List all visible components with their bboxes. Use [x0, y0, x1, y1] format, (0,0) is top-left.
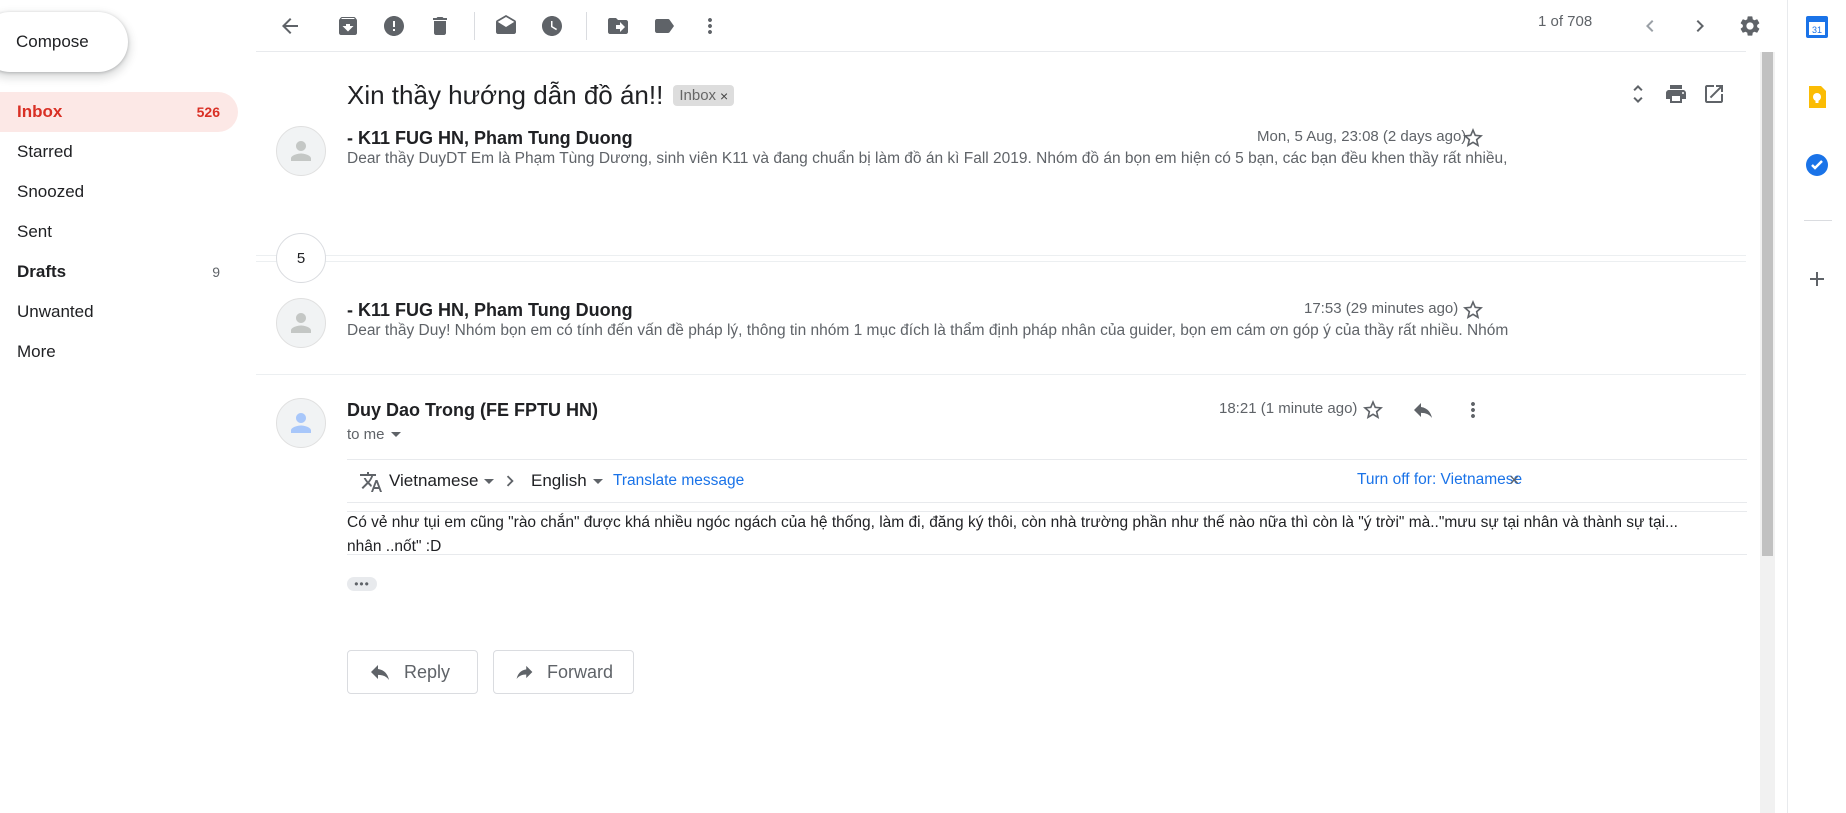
calendar-icon[interactable]: 31 [1804, 14, 1830, 40]
translate-bar: Vietnamese English Translate message Tur… [347, 459, 1747, 503]
left-navigation: Compose Inbox 526 Starred Snoozed Sent D… [0, 0, 256, 813]
conversation-view: Xin thầy hướng dẫn đồ án!! Inbox × - K11… [256, 52, 1747, 813]
sidebar-item-unwanted[interactable]: Unwanted [0, 292, 238, 332]
more-vert-icon[interactable] [1459, 396, 1487, 424]
page-title: Xin thầy hướng dẫn đồ án!! [347, 80, 664, 110]
show-trimmed-content-button[interactable]: ••• [347, 577, 377, 591]
chevron-left-icon[interactable] [1632, 8, 1668, 44]
add-addon-icon[interactable] [1804, 266, 1830, 292]
delete-icon[interactable] [422, 8, 458, 44]
sidebar-item-sent[interactable]: Sent [0, 212, 238, 252]
remove-label-icon[interactable]: × [720, 88, 728, 104]
chevron-down-icon [390, 432, 401, 437]
message-snippet: Dear thầy Duy! Nhóm bọn em có tính đến v… [347, 322, 1509, 339]
chevron-right-icon [499, 470, 521, 497]
message-body-line: nhân ..nốt" :D [347, 538, 442, 555]
message-date: Mon, 5 Aug, 23:08 (2 days ago) [1257, 128, 1467, 145]
forward-icon [516, 665, 533, 679]
keep-icon[interactable] [1804, 84, 1830, 110]
labels-icon[interactable] [646, 8, 682, 44]
drafts-count: 9 [212, 264, 220, 280]
unread-count: 526 [196, 104, 220, 120]
reply-icon [371, 665, 389, 680]
message-body-line: Có vẻ như tụi em cũng "rào chắn" được kh… [347, 514, 1678, 531]
label-chip-text: Inbox [679, 87, 717, 104]
archive-icon[interactable] [330, 8, 366, 44]
snooze-icon[interactable] [534, 8, 570, 44]
sidebar-item-label: Starred [17, 142, 73, 161]
pagination-count: 1 of 708 [1538, 13, 1593, 30]
reply-button-label: Reply [404, 661, 451, 682]
sidebar-item-inbox[interactable]: Inbox 526 [0, 92, 238, 132]
message-body: Có vẻ như tụi em cũng "rào chắn" được kh… [347, 511, 1737, 559]
thread-subject: Xin thầy hướng dẫn đồ án!! Inbox × [347, 80, 735, 111]
sidebar-item-starred[interactable]: Starred [0, 132, 238, 172]
folder-list: Inbox 526 Starred Snoozed Sent Drafts 9 … [0, 92, 238, 372]
sidebar-item-label: Inbox [17, 102, 63, 121]
message-toolbar: 1 of 708 [256, 0, 1760, 52]
collapsed-messages-count[interactable]: 5 [276, 233, 326, 283]
chevron-down-icon [592, 478, 603, 484]
sidebar-item-more[interactable]: More [0, 332, 238, 372]
star-icon[interactable] [1359, 396, 1387, 424]
sidebar-item-snoozed[interactable]: Snoozed [0, 172, 238, 212]
target-language-label: English [531, 471, 587, 490]
open-in-new-window-icon[interactable] [1702, 82, 1726, 111]
inbox-label-chip[interactable]: Inbox × [673, 85, 735, 106]
turn-off-translation-link[interactable]: Turn off for: Vietnamese [1357, 471, 1522, 489]
chevron-right-icon[interactable] [1682, 8, 1718, 44]
sidebar-item-label: Snoozed [17, 182, 85, 201]
forward-button[interactable]: Forward [493, 650, 634, 694]
sidebar-item-label: Drafts [17, 262, 67, 281]
calendar-day-label: 31 [1812, 25, 1822, 35]
forward-button-label: Forward [546, 661, 613, 682]
reply-button[interactable]: Reply [347, 650, 478, 694]
scrollbar[interactable] [1760, 52, 1775, 813]
chevron-down-icon [484, 478, 495, 484]
star-icon[interactable] [1459, 124, 1487, 152]
sidebar-item-drafts[interactable]: Drafts 9 [0, 252, 238, 292]
sidebar-item-label: Sent [17, 222, 52, 241]
reply-icon[interactable] [1409, 396, 1437, 424]
close-icon[interactable]: × [1509, 470, 1520, 491]
compose-button[interactable]: Compose [0, 12, 128, 72]
report-spam-icon[interactable] [376, 8, 412, 44]
avatar [276, 126, 326, 176]
back-arrow-icon[interactable] [272, 8, 308, 44]
target-language-select[interactable]: English [531, 471, 603, 491]
message-date: 17:53 (29 minutes ago) [1304, 300, 1459, 317]
side-panel: 31 [1787, 0, 1846, 813]
sidebar-item-label: More [17, 342, 56, 361]
settings-icon[interactable] [1732, 8, 1768, 44]
more-vert-icon[interactable] [692, 8, 728, 44]
star-icon[interactable] [1459, 296, 1487, 324]
expand-all-icon[interactable] [1626, 82, 1650, 111]
recipient-details-toggle[interactable]: to me [347, 426, 401, 443]
sidebar-item-label: Unwanted [17, 302, 94, 321]
mark-unread-icon[interactable] [488, 8, 524, 44]
side-panel-divider [1804, 220, 1832, 221]
translate-message-link[interactable]: Translate message [613, 472, 744, 490]
recipient-text: to me [347, 426, 385, 443]
translate-icon [359, 470, 383, 499]
tasks-icon[interactable] [1804, 152, 1830, 178]
sender-name: Duy Dao Trong (FE FPTU HN) [347, 400, 598, 420]
source-language-select[interactable]: Vietnamese [389, 471, 495, 491]
print-icon[interactable] [1664, 82, 1688, 111]
sender-name: - K11 FUG HN, Pham Tung Duong [347, 128, 633, 148]
avatar [276, 298, 326, 348]
scrollbar-thumb[interactable] [1762, 52, 1773, 556]
avatar [276, 398, 326, 448]
sender-name: - K11 FUG HN, Pham Tung Duong [347, 300, 633, 320]
message-snippet: Dear thầy DuyDT Em là Phạm Tùng Dương, s… [347, 150, 1508, 167]
source-language-label: Vietnamese [389, 471, 479, 490]
move-to-icon[interactable] [600, 8, 636, 44]
message-date: 18:21 (1 minute ago) [1219, 400, 1358, 417]
